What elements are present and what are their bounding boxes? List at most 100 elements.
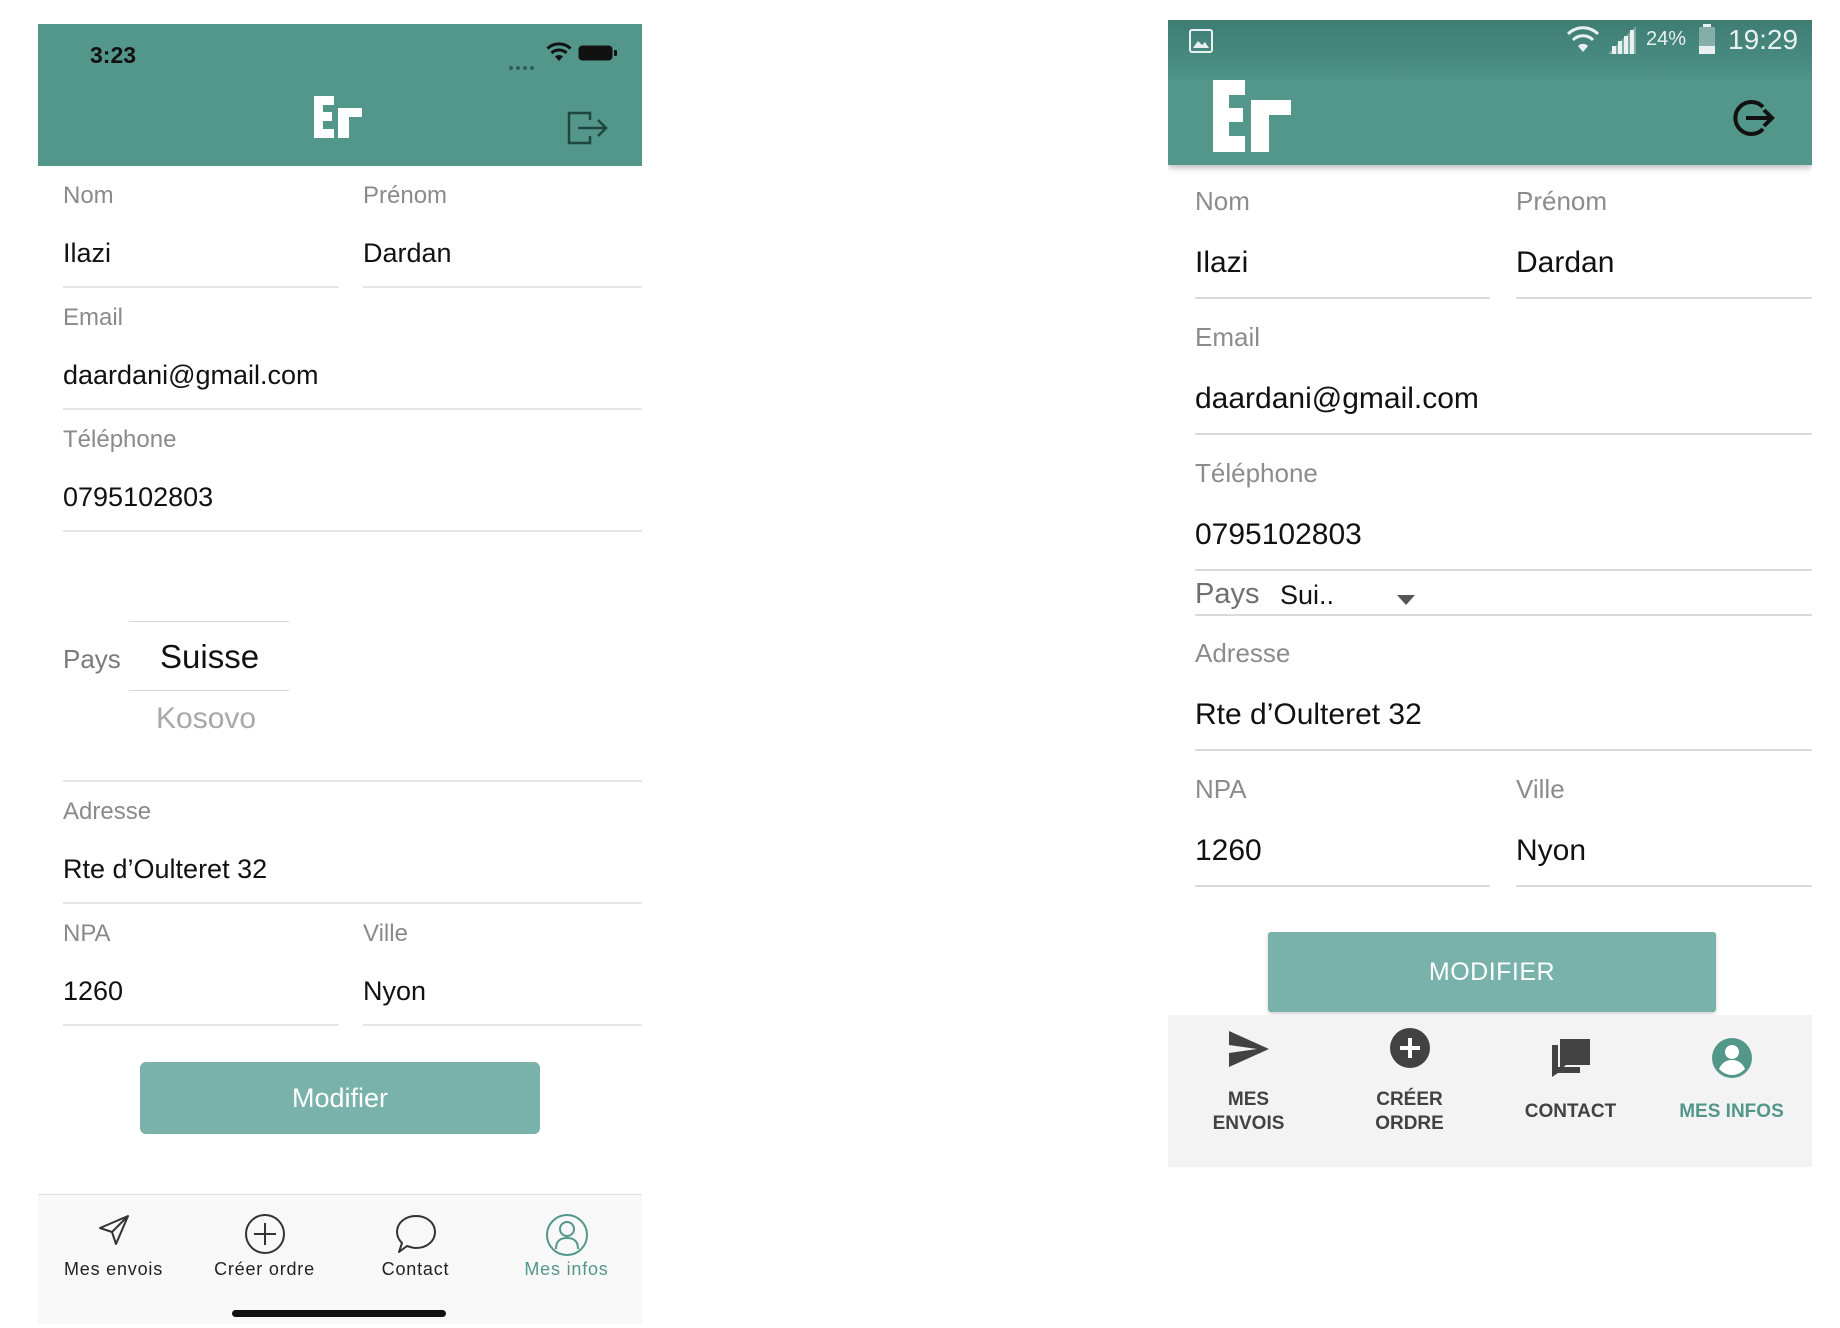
dots-signal-icon xyxy=(508,58,536,70)
ville-label: Ville xyxy=(1516,774,1565,804)
nom-underline xyxy=(63,286,339,288)
tab-label-line1: CRÉER xyxy=(1376,1089,1443,1110)
nom-field[interactable]: Ilazi xyxy=(1195,246,1248,280)
app-header: 3:23 xyxy=(38,24,642,166)
tab-label-line2: ENVOIS xyxy=(1212,1113,1285,1134)
adresse-field[interactable]: Rte d’Oulteret 32 xyxy=(63,854,267,885)
npa-label: NPA xyxy=(1195,774,1247,804)
prenom-field[interactable]: Dardan xyxy=(1516,246,1614,280)
ville-field[interactable]: Nyon xyxy=(363,976,426,1007)
tab-contact[interactable]: Contact xyxy=(340,1195,491,1305)
tab-creer-ordre[interactable]: Créer ordre xyxy=(189,1195,340,1305)
tab-mes-infos[interactable]: MES INFOS xyxy=(1651,1015,1812,1167)
status-time: 19:29 xyxy=(1728,24,1799,55)
ville-underline xyxy=(1516,885,1812,887)
plus-circle-icon xyxy=(1389,1027,1431,1074)
nom-label: Nom xyxy=(63,182,114,209)
adresse-underline xyxy=(1195,749,1812,751)
image-icon xyxy=(1188,28,1214,59)
app-logo xyxy=(314,96,364,143)
telephone-underline xyxy=(1195,569,1812,571)
android-screen: 24% 19:29 Nom Prénom Ilazi Dardan Email … xyxy=(1168,20,1812,1180)
email-label: Email xyxy=(63,304,124,331)
tab-label: Créer ordre xyxy=(214,1259,315,1279)
prenom-label: Prénom xyxy=(363,182,448,209)
npa-label: NPA xyxy=(63,920,111,947)
telephone-field[interactable]: 0795102803 xyxy=(1195,518,1362,552)
prenom-underline xyxy=(363,286,642,288)
ville-field[interactable]: Nyon xyxy=(1516,834,1586,868)
pays-picker-selected[interactable]: Suisse xyxy=(160,638,259,676)
signal-bars-icon xyxy=(1608,26,1640,59)
app-header: 24% 19:29 xyxy=(1168,20,1812,165)
prenom-underline xyxy=(1516,297,1812,299)
telephone-field[interactable]: 0795102803 xyxy=(63,482,213,513)
npa-underline xyxy=(1195,885,1490,887)
ios-screen: 3:23 Nom Prénom Ilazi Dardan Email daard… xyxy=(38,24,642,1324)
wifi-icon xyxy=(546,42,572,67)
ville-underline xyxy=(363,1024,642,1026)
tab-mes-envois[interactable]: Mes envois xyxy=(38,1195,189,1305)
pays-label: Pays xyxy=(1195,578,1260,610)
adresse-label: Adresse xyxy=(1195,638,1291,668)
modifier-button[interactable]: MODIFIER xyxy=(1268,932,1716,1012)
modifier-button[interactable]: Modifier xyxy=(140,1062,540,1134)
battery-percent: 24% xyxy=(1646,28,1687,50)
nom-label: Nom xyxy=(1195,186,1250,216)
chat-bubble-icon xyxy=(394,1213,438,1260)
tab-label: CONTACT xyxy=(1524,1101,1617,1122)
nom-field[interactable]: Ilazi xyxy=(63,238,111,269)
user-circle-icon xyxy=(545,1213,589,1262)
status-time: 3:23 xyxy=(90,42,137,68)
send-icon xyxy=(97,1213,131,1252)
adresse-underline xyxy=(63,902,642,904)
adresse-label: Adresse xyxy=(63,798,152,825)
pays-label: Pays xyxy=(63,644,121,674)
pays-dropdown[interactable]: Sui.. xyxy=(1280,572,1430,616)
logout-icon[interactable] xyxy=(566,110,610,151)
tab-creer-ordre[interactable]: CRÉER ORDRE xyxy=(1329,1015,1490,1167)
email-underline xyxy=(63,408,642,410)
battery-icon xyxy=(578,45,618,66)
tab-label: Mes infos xyxy=(524,1259,609,1279)
account-circle-icon xyxy=(1711,1037,1753,1084)
tab-label-line1: MES xyxy=(1227,1089,1270,1110)
tab-label-line2: ORDRE xyxy=(1375,1113,1444,1134)
adresse-field[interactable]: Rte d’Oulteret 32 xyxy=(1195,698,1422,732)
pays-underline xyxy=(1195,614,1812,616)
tab-label: Contact xyxy=(381,1259,450,1279)
tab-contact[interactable]: CONTACT xyxy=(1490,1015,1651,1167)
email-underline xyxy=(1195,433,1812,435)
tab-mes-envois[interactable]: MES ENVOIS xyxy=(1168,1015,1329,1167)
prenom-field[interactable]: Dardan xyxy=(363,238,452,269)
home-indicator[interactable] xyxy=(232,1310,446,1317)
pays-dropdown-value: Sui.. xyxy=(1280,580,1335,610)
bottom-navigation: MES ENVOIS CRÉER ORDRE CONTACT MES INFOS xyxy=(1168,1015,1812,1167)
npa-field[interactable]: 1260 xyxy=(1195,834,1262,868)
pays-underline xyxy=(63,780,642,782)
chevron-down-icon xyxy=(1397,592,1415,610)
app-logo xyxy=(1213,80,1293,157)
wifi-icon xyxy=(1566,24,1600,59)
telephone-underline xyxy=(63,530,642,532)
tab-bar: Mes envois Créer ordre Contact Mes infos xyxy=(38,1194,642,1324)
tab-mes-infos[interactable]: Mes infos xyxy=(491,1195,642,1305)
npa-underline xyxy=(63,1024,339,1026)
logout-icon[interactable] xyxy=(1730,95,1776,146)
telephone-label: Téléphone xyxy=(63,426,177,453)
chat-icon xyxy=(1550,1037,1592,1082)
prenom-label: Prénom xyxy=(1516,186,1608,216)
ville-label: Ville xyxy=(363,920,408,947)
tab-label: Mes envois xyxy=(63,1259,164,1279)
battery-icon xyxy=(1698,24,1716,59)
telephone-label: Téléphone xyxy=(1195,458,1318,488)
plus-circle-icon xyxy=(244,1213,286,1260)
npa-field[interactable]: 1260 xyxy=(63,976,123,1007)
email-field[interactable]: daardani@gmail.com xyxy=(1195,382,1479,416)
picker-bottom-line xyxy=(129,690,289,691)
email-field[interactable]: daardani@gmail.com xyxy=(63,360,319,391)
send-icon xyxy=(1227,1029,1271,1074)
email-label: Email xyxy=(1195,322,1261,352)
pays-picker-option[interactable]: Kosovo xyxy=(156,702,256,736)
tab-label: MES INFOS xyxy=(1679,1101,1784,1122)
